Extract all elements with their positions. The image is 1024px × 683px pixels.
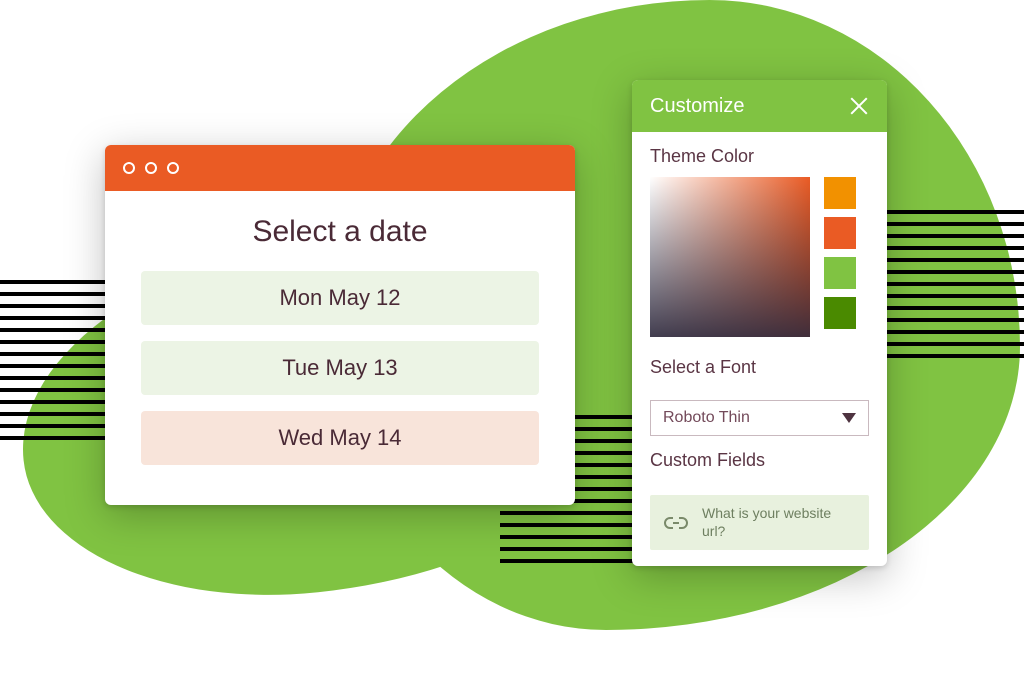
custom-fields-label: Custom Fields xyxy=(650,450,869,471)
window-control-dot[interactable] xyxy=(167,162,179,174)
font-select-value: Roboto Thin xyxy=(663,409,750,427)
chevron-down-icon xyxy=(842,413,856,423)
color-swatch[interactable] xyxy=(824,217,856,249)
date-select-window: Select a date Mon May 12 Tue May 13 Wed Ma… xyxy=(105,145,575,505)
close-icon[interactable] xyxy=(847,95,869,117)
color-swatch[interactable] xyxy=(824,297,856,329)
color-gradient-picker[interactable] xyxy=(650,177,810,337)
font-select-dropdown[interactable]: Roboto Thin xyxy=(650,400,869,436)
customize-header: Customize xyxy=(632,80,887,132)
window-control-dot[interactable] xyxy=(145,162,157,174)
date-option[interactable]: Tue May 13 xyxy=(141,341,539,395)
date-option[interactable]: Mon May 12 xyxy=(141,271,539,325)
custom-field-prompt: What is your website url? xyxy=(702,505,857,540)
link-icon xyxy=(662,509,690,537)
customize-title: Customize xyxy=(650,95,744,118)
customize-panel: Customize Theme Color Select a Font Robo… xyxy=(632,80,887,566)
window-titlebar xyxy=(105,145,575,191)
color-swatch[interactable] xyxy=(824,257,856,289)
color-swatch[interactable] xyxy=(824,177,856,209)
theme-color-label: Theme Color xyxy=(650,146,869,167)
date-select-title: Select a date xyxy=(141,215,539,249)
custom-field-item[interactable]: What is your website url? xyxy=(650,495,869,550)
date-option[interactable]: Wed May 14 xyxy=(141,411,539,465)
window-control-dot[interactable] xyxy=(123,162,135,174)
font-select-label: Select a Font xyxy=(650,357,869,378)
